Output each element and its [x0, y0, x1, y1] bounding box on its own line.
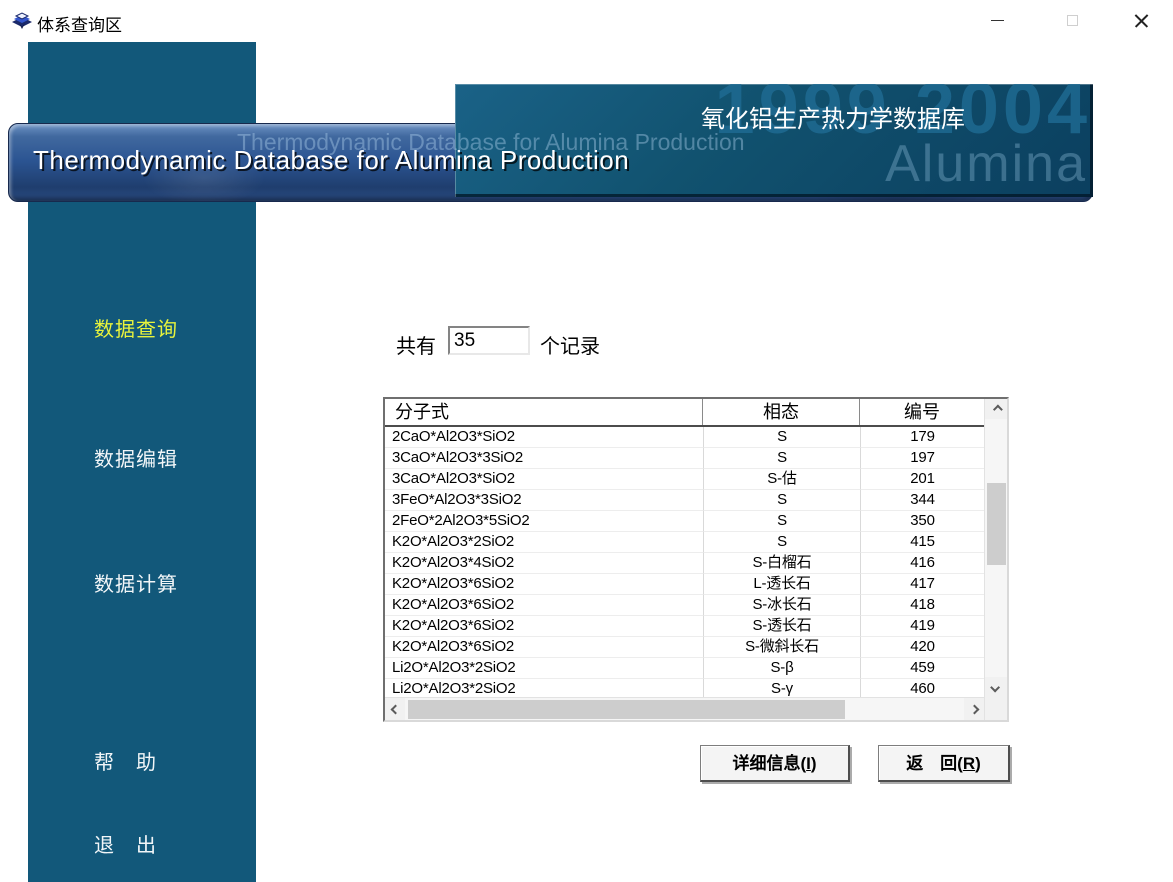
- results-grid: 分子式 相态 编号 2CaO*Al2O3*SiO2S1793CaO*Al2O3*…: [383, 397, 1009, 722]
- table-cell-formula: K2O*Al2O3*6SiO2: [385, 595, 703, 616]
- table-cell-formula: K2O*Al2O3*6SiO2: [385, 574, 703, 595]
- table-cell-formula: 3CaO*Al2O3*SiO2: [385, 469, 703, 490]
- table-row[interactable]: K2O*Al2O3*6SiO2S-冰长石418: [385, 595, 984, 616]
- back-button[interactable]: 返 回(R): [878, 745, 1010, 782]
- table-row[interactable]: 2CaO*Al2O3*SiO2S179: [385, 427, 984, 448]
- table-cell-formula: 2CaO*Al2O3*SiO2: [385, 427, 703, 448]
- record-count-input[interactable]: [448, 326, 530, 355]
- chevron-right-icon: [969, 704, 979, 714]
- table-cell-id: 460: [860, 679, 984, 697]
- table-row[interactable]: K2O*Al2O3*4SiO2S-白榴石416: [385, 553, 984, 574]
- table-cell-formula: K2O*Al2O3*4SiO2: [385, 553, 703, 574]
- column-header-formula: 分子式: [385, 399, 703, 425]
- title-bar: 体系查询区: [0, 0, 1173, 42]
- table-cell-phase: S-冰长石: [703, 595, 860, 616]
- table-cell-phase: S: [703, 448, 860, 469]
- scroll-down-button[interactable]: [985, 677, 1007, 697]
- table-cell-formula: 3FeO*Al2O3*3SiO2: [385, 490, 703, 511]
- table-cell-phase: S: [703, 511, 860, 532]
- back-button-label: 返 回(: [906, 754, 963, 773]
- table-cell-formula: 2FeO*2Al2O3*5SiO2: [385, 511, 703, 532]
- maximize-button[interactable]: [1049, 0, 1095, 40]
- record-count-suffix-label: 个记录: [540, 330, 600, 359]
- table-cell-phase: S: [703, 427, 860, 448]
- grid-header-row: 分子式 相态 编号: [385, 399, 984, 427]
- column-header-phase: 相态: [703, 399, 860, 425]
- close-button[interactable]: [1118, 0, 1164, 40]
- table-cell-id: 350: [860, 511, 984, 532]
- vertical-scroll-track[interactable]: [985, 419, 1007, 677]
- table-row[interactable]: Li2O*Al2O3*2SiO2S-γ460: [385, 679, 984, 697]
- table-row[interactable]: 3FeO*Al2O3*3SiO2S344: [385, 490, 984, 511]
- table-cell-id: 420: [860, 637, 984, 658]
- window-title: 体系查询区: [37, 11, 122, 36]
- sidebar-item-exit[interactable]: 退 出: [94, 829, 157, 858]
- table-cell-formula: K2O*Al2O3*6SiO2: [385, 637, 703, 658]
- table-cell-formula: K2O*Al2O3*2SiO2: [385, 532, 703, 553]
- sidebar-item-data-calc[interactable]: 数据计算: [94, 568, 178, 597]
- table-row[interactable]: K2O*Al2O3*2SiO2S415: [385, 532, 984, 553]
- table-cell-id: 179: [860, 427, 984, 448]
- table-cell-phase: S-透长石: [703, 616, 860, 637]
- detail-info-button[interactable]: 详细信息(I): [700, 745, 850, 782]
- table-cell-id: 417: [860, 574, 984, 595]
- watermark-alumina: Alumina: [885, 134, 1087, 194]
- vertical-scroll-thumb[interactable]: [987, 483, 1006, 565]
- back-button-accelerator: R: [963, 754, 975, 773]
- scroll-left-button[interactable]: [385, 698, 405, 720]
- table-cell-phase: S: [703, 532, 860, 553]
- table-row[interactable]: 2FeO*2Al2O3*5SiO2S350: [385, 511, 984, 532]
- chevron-down-icon: [990, 682, 1000, 692]
- table-cell-formula: Li2O*Al2O3*2SiO2: [385, 658, 703, 679]
- detail-button-label: 详细信息(: [732, 754, 806, 773]
- table-cell-phase: S-β: [703, 658, 860, 679]
- close-icon: [1134, 13, 1149, 28]
- table-row[interactable]: K2O*Al2O3*6SiO2S-微斜长石420: [385, 637, 984, 658]
- table-row[interactable]: K2O*Al2O3*6SiO2L-透长石417: [385, 574, 984, 595]
- scrollbar-corner: [985, 697, 1007, 720]
- table-cell-id: 201: [860, 469, 984, 490]
- detail-button-label-suffix: ): [811, 754, 817, 773]
- table-cell-id: 344: [860, 490, 984, 511]
- table-row[interactable]: 3CaO*Al2O3*SiO2S-估201: [385, 469, 984, 490]
- table-cell-phase: L-透长石: [703, 574, 860, 595]
- table-row[interactable]: Li2O*Al2O3*2SiO2S-β459: [385, 658, 984, 679]
- table-cell-phase: S-估: [703, 469, 860, 490]
- minimize-icon: [991, 20, 1004, 21]
- vertical-scrollbar[interactable]: [984, 399, 1007, 720]
- column-header-id: 编号: [860, 399, 984, 425]
- table-row[interactable]: K2O*Al2O3*6SiO2S-透长石419: [385, 616, 984, 637]
- table-cell-id: 419: [860, 616, 984, 637]
- back-button-label-suffix: ): [975, 754, 981, 773]
- table-cell-phase: S: [703, 490, 860, 511]
- sidebar-item-help[interactable]: 帮 助: [94, 746, 157, 775]
- horizontal-scrollbar[interactable]: [385, 697, 984, 720]
- table-cell-id: 197: [860, 448, 984, 469]
- table-cell-formula: 3CaO*Al2O3*3SiO2: [385, 448, 703, 469]
- table-cell-id: 416: [860, 553, 984, 574]
- horizontal-scroll-thumb[interactable]: [408, 700, 845, 719]
- scroll-right-button[interactable]: [964, 698, 984, 720]
- table-row[interactable]: 3CaO*Al2O3*3SiO2S197: [385, 448, 984, 469]
- table-body: 2CaO*Al2O3*SiO2S1793CaO*Al2O3*3SiO2S1973…: [385, 427, 984, 697]
- table-cell-formula: K2O*Al2O3*6SiO2: [385, 616, 703, 637]
- table-cell-id: 418: [860, 595, 984, 616]
- table-cell-formula: Li2O*Al2O3*2SiO2: [385, 679, 703, 697]
- scroll-up-button[interactable]: [985, 399, 1007, 419]
- app-icon: [10, 8, 34, 32]
- table-cell-id: 459: [860, 658, 984, 679]
- record-count-prefix-label: 共有: [396, 330, 436, 359]
- chevron-up-icon: [992, 404, 1002, 414]
- chevron-left-icon: [390, 704, 400, 714]
- table-cell-phase: S-白榴石: [703, 553, 860, 574]
- sidebar-item-data-query[interactable]: 数据查询: [94, 313, 178, 342]
- maximize-icon: [1067, 15, 1078, 26]
- table-cell-id: 415: [860, 532, 984, 553]
- horizontal-scroll-track[interactable]: [405, 698, 964, 720]
- sidebar-item-data-edit[interactable]: 数据编辑: [94, 443, 178, 472]
- table-cell-phase: S-γ: [703, 679, 860, 697]
- table-cell-phase: S-微斜长石: [703, 637, 860, 658]
- minimize-button[interactable]: [974, 0, 1020, 40]
- banner-title-english: Thermodynamic Database for Alumina Produ…: [33, 145, 629, 176]
